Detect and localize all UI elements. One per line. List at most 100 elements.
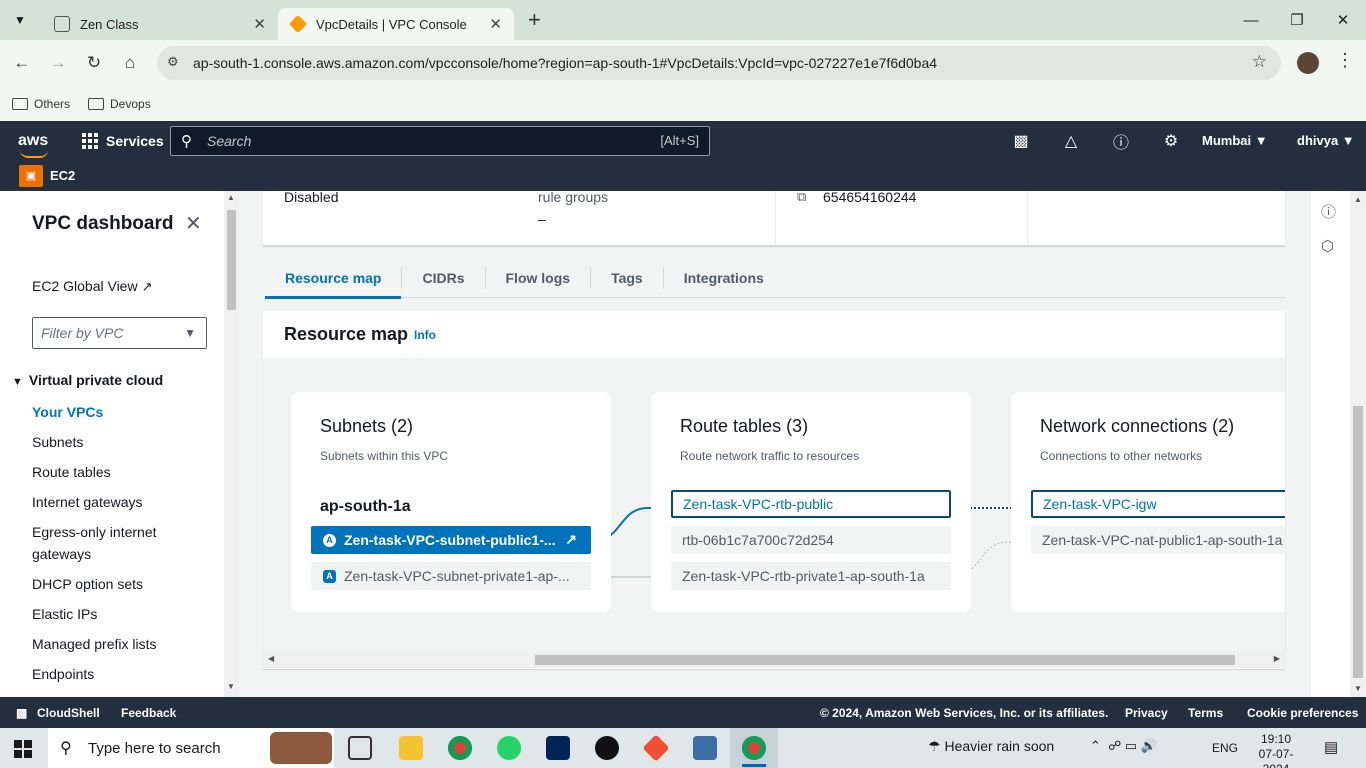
cloudshell-footer-icon[interactable]: ▩ <box>16 706 27 720</box>
reload-icon[interactable]: ↻ <box>76 53 112 73</box>
powershell-icon[interactable] <box>546 736 570 760</box>
scroll-up-arrow-icon[interactable]: ▲ <box>1354 195 1362 204</box>
info-link[interactable]: Info <box>414 328 436 342</box>
github-icon[interactable] <box>595 736 619 760</box>
notifications-bell-icon[interactable]: △ <box>1046 131 1096 151</box>
privacy-link[interactable]: Privacy <box>1125 706 1168 720</box>
network-app-icon[interactable] <box>693 736 717 760</box>
subnet-public-node[interactable]: A Zen-task-VPC-subnet-public1-... ↗ <box>311 526 591 554</box>
section-virtual-private-cloud[interactable]: ▼ Virtual private cloud <box>12 372 163 388</box>
weather-widget[interactable]: ☂ Heavier rain soon <box>928 738 1054 755</box>
sidebar-item-route-tables[interactable]: Route tables <box>32 461 202 483</box>
ec2-shortcut-label[interactable]: EC2 <box>50 168 75 183</box>
notifications-icon[interactable]: ▤ <box>1324 738 1338 756</box>
route-table-main-node[interactable]: rtb-06b1c7a700c72d254 <box>671 526 951 554</box>
ec2-service-icon[interactable]: ▣ <box>19 164 43 187</box>
new-tab-button[interactable]: + <box>528 7 541 33</box>
tab-flow-logs[interactable]: Flow logs <box>484 266 591 289</box>
close-tab-icon[interactable]: ✕ <box>489 15 502 33</box>
hexagon-icon[interactable]: ⬡ <box>1321 237 1334 255</box>
services-menu-button[interactable]: Services <box>82 132 164 149</box>
chrome-icon[interactable] <box>448 736 472 760</box>
chrome-profile-icon[interactable] <box>742 736 766 760</box>
bookmark-star-icon[interactable]: ☆ <box>1252 52 1267 72</box>
sidebar-item-dhcp-option-sets[interactable]: DHCP option sets <box>32 573 202 595</box>
sidebar-scrollbar[interactable]: ▲ ▼ <box>224 191 239 697</box>
minimize-icon[interactable]: — <box>1228 0 1274 40</box>
cloudshell-link[interactable]: CloudShell <box>37 706 100 720</box>
filter-by-vpc-select[interactable]: Filter by VPC ▼ <box>32 317 207 349</box>
window-controls: — ❐ ✕ <box>1228 0 1366 40</box>
close-tab-icon[interactable]: ✕ <box>253 15 266 33</box>
git-icon[interactable] <box>642 734 670 762</box>
clock-date: 07-07-2024 <box>1258 747 1294 768</box>
scroll-up-arrow-icon[interactable]: ▲ <box>227 193 235 202</box>
sidebar-title[interactable]: VPC dashboard <box>32 213 173 235</box>
aws-search-input[interactable]: ⚲ Search [Alt+S] <box>170 126 710 156</box>
internet-gateway-node[interactable]: Zen-task-VPC-igw <box>1031 490 1285 518</box>
system-tray-icons[interactable]: ⌃ ☍ ▭ 🔊 <box>1090 738 1157 754</box>
tab-integrations[interactable]: Integrations <box>662 266 784 289</box>
settings-gear-icon[interactable]: ⚙ <box>1146 131 1196 151</box>
cookie-preferences-link[interactable]: Cookie preferences <box>1247 706 1358 720</box>
tab-resource-map[interactable]: Resource map <box>265 267 402 299</box>
language-indicator[interactable]: ENG <box>1212 741 1238 755</box>
forward-icon[interactable]: → <box>40 53 76 73</box>
scrollbar-thumb[interactable] <box>535 655 1235 665</box>
feedback-link[interactable]: Feedback <box>121 706 176 720</box>
network-connections-column: Network connections (2) Connections to o… <box>1011 392 1285 612</box>
cloudshell-icon[interactable]: ▩ <box>996 131 1046 151</box>
external-link-icon[interactable]: ↗ <box>565 531 577 548</box>
sidebar-item-egress-only-internet-gateways[interactable]: Egress-only internet gateways <box>32 521 202 565</box>
sidebar-item-endpoints[interactable]: Endpoints <box>32 663 202 685</box>
close-icon[interactable]: ✕ <box>185 211 202 236</box>
bookmark-folder-devops[interactable]: Devops <box>88 97 151 111</box>
sidebar-item-internet-gateways[interactable]: Internet gateways <box>32 491 202 513</box>
nat-gateway-node[interactable]: Zen-task-VPC-nat-public1-ap-south-1a <box>1031 526 1285 554</box>
ec2-global-view-link[interactable]: EC2 Global View ↗ <box>32 278 152 295</box>
close-window-icon[interactable]: ✕ <box>1320 0 1366 40</box>
whatsapp-icon[interactable] <box>497 736 521 760</box>
region-selector[interactable]: Mumbai ▼ <box>1202 133 1268 148</box>
aws-logo[interactable]: aws <box>18 132 50 158</box>
subnet-private-node[interactable]: A Zen-task-VPC-subnet-private1-ap-... <box>311 562 591 590</box>
scrollbar-thumb[interactable] <box>227 210 236 310</box>
route-table-public-node[interactable]: Zen-task-VPC-rtb-public <box>671 490 951 518</box>
info-panel-icon[interactable]: ⓘ <box>1321 201 1336 222</box>
tab-tags[interactable]: Tags <box>590 266 663 289</box>
terms-link[interactable]: Terms <box>1188 706 1223 720</box>
windows-start-icon[interactable] <box>14 740 32 758</box>
sidebar-item-your-vpcs[interactable]: Your VPCs <box>32 401 202 423</box>
task-view-icon[interactable] <box>348 736 372 760</box>
home-icon[interactable]: ⌂ <box>112 53 148 73</box>
tab-search-button[interactable]: ▼ <box>6 6 34 34</box>
resource-map-horizontal-scrollbar[interactable]: ◀ ▶ <box>263 651 1285 668</box>
sidebar-item-subnets[interactable]: Subnets <box>32 431 202 453</box>
restore-icon[interactable]: ❐ <box>1274 0 1320 40</box>
column-divider <box>775 191 776 246</box>
back-icon[interactable]: ← <box>4 53 40 73</box>
taskbar-search-input[interactable]: ⚲ Type here to search <box>48 728 334 768</box>
account-menu[interactable]: dhivya ▼ <box>1297 133 1355 148</box>
route-table-private-node[interactable]: Zen-task-VPC-rtb-private1-ap-south-1a <box>671 562 951 590</box>
scroll-down-arrow-icon[interactable]: ▼ <box>227 682 235 691</box>
tab-cidrs[interactable]: CIDRs <box>401 266 484 289</box>
browser-menu-icon[interactable]: ⋮ <box>1336 50 1354 71</box>
help-icon[interactable]: ⓘ <box>1096 129 1146 153</box>
copy-icon[interactable]: ⧉ <box>797 191 806 205</box>
site-settings-icon[interactable]: ⚙ <box>167 54 179 70</box>
profile-avatar[interactable] <box>1297 52 1319 74</box>
browser-tab-zen-class[interactable]: Zen Class ✕ <box>42 8 278 40</box>
scroll-right-arrow-icon[interactable]: ▶ <box>1274 654 1280 663</box>
file-explorer-icon[interactable] <box>399 736 423 760</box>
browser-tab-vpc-console[interactable]: VpcDetails | VPC Console ✕ <box>278 8 514 40</box>
scroll-down-arrow-icon[interactable]: ▼ <box>1354 684 1362 693</box>
bookmark-folder-others[interactable]: Others <box>12 97 70 111</box>
sidebar-item-elastic-ips[interactable]: Elastic IPs <box>32 603 202 625</box>
url-bar[interactable]: ⚙ ap-south-1.console.aws.amazon.com/vpcc… <box>157 46 1281 80</box>
sidebar-item-managed-prefix-lists[interactable]: Managed prefix lists <box>32 633 202 655</box>
scroll-left-arrow-icon[interactable]: ◀ <box>268 654 274 663</box>
clock[interactable]: 19:10 07-07-2024 <box>1248 732 1304 768</box>
page-vertical-scrollbar[interactable]: ▲ ▼ <box>1350 191 1366 697</box>
scrollbar-thumb[interactable] <box>1353 406 1363 678</box>
